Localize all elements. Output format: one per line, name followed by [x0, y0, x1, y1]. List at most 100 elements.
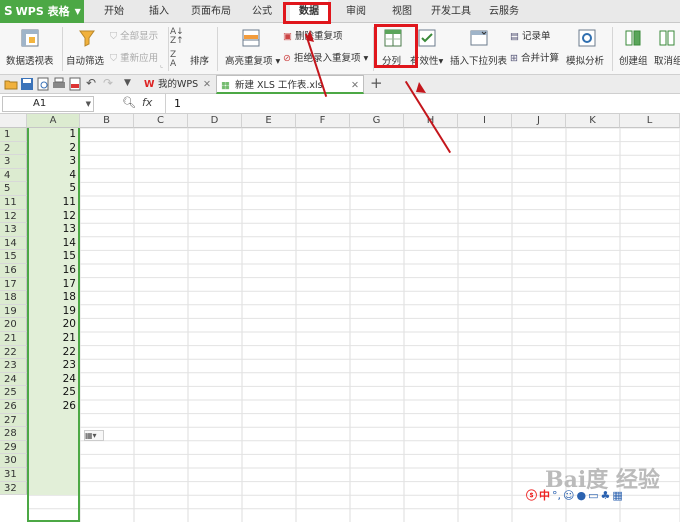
tab-developer[interactable]: 开发工具: [426, 0, 476, 23]
formula-input[interactable]: 1: [174, 97, 181, 110]
row-header[interactable]: 27: [0, 413, 27, 428]
cell-a[interactable]: 16: [27, 264, 79, 278]
tab-cloud[interactable]: 云服务: [482, 0, 526, 23]
cell-a[interactable]: [27, 413, 79, 428]
tab-current-workbook[interactable]: ▦ 新建 XLS 工作表.xls ✕: [216, 75, 364, 94]
tab-page-layout[interactable]: 页面布局: [186, 0, 236, 23]
column-header-i[interactable]: I: [458, 114, 512, 128]
cell-a[interactable]: 11: [27, 196, 79, 210]
row-header[interactable]: 28: [0, 427, 27, 441]
column-header-g[interactable]: G: [350, 114, 404, 128]
print-icon[interactable]: [52, 77, 66, 91]
save-icon[interactable]: [20, 77, 34, 91]
customize-toolbar-icon[interactable]: ▼: [124, 78, 131, 88]
insert-dropdown-list-button[interactable]: 插入下拉列表: [450, 26, 508, 70]
row-header[interactable]: 26: [0, 400, 27, 414]
consolidate-button[interactable]: ⊞ 合并计算: [510, 50, 559, 64]
row-header[interactable]: 31: [0, 468, 27, 482]
column-header-d[interactable]: D: [188, 114, 242, 128]
cell-a[interactable]: [27, 468, 79, 482]
row-header[interactable]: 12: [0, 209, 27, 224]
cell-a[interactable]: 26: [27, 400, 79, 414]
cell-a[interactable]: 1: [27, 128, 79, 142]
cell-a[interactable]: 12: [27, 209, 79, 224]
tab-review[interactable]: 审阅: [338, 0, 374, 23]
row-header[interactable]: 23: [0, 359, 27, 373]
cell-a[interactable]: 25: [27, 386, 79, 400]
cell-a[interactable]: 3: [27, 155, 79, 169]
cell-a[interactable]: 20: [27, 318, 79, 332]
cell-a[interactable]: [27, 427, 79, 441]
row-header[interactable]: 29: [0, 440, 27, 455]
row-header[interactable]: 16: [0, 264, 27, 278]
select-all-corner[interactable]: [0, 114, 27, 128]
close-icon[interactable]: ✕: [351, 76, 359, 95]
highlight-duplicates-button[interactable]: 高亮重复项 ▾: [222, 26, 280, 70]
row-header[interactable]: 30: [0, 454, 27, 468]
tab-view[interactable]: 视图: [384, 0, 420, 23]
row-header[interactable]: 25: [0, 386, 27, 400]
open-folder-icon[interactable]: [4, 77, 18, 91]
sort-button[interactable]: A↓ Z↑ ZA 排序: [170, 26, 214, 70]
row-header[interactable]: 2: [0, 141, 27, 156]
pivot-table-button[interactable]: 数据透视表: [6, 26, 56, 70]
cell-a[interactable]: [27, 454, 79, 468]
row-header[interactable]: 24: [0, 372, 27, 387]
row-header[interactable]: 3: [0, 155, 27, 169]
cell-a[interactable]: 15: [27, 250, 79, 264]
print-preview-icon[interactable]: [36, 77, 50, 91]
cell-a[interactable]: [27, 481, 79, 496]
tab-my-wps[interactable]: W 我的WPS ✕: [140, 75, 214, 94]
record-form-button[interactable]: ▤ 记录单: [510, 28, 551, 42]
auto-filter-button[interactable]: 自动筛选: [66, 26, 108, 70]
row-header[interactable]: 11: [0, 196, 27, 210]
cell-a[interactable]: [27, 440, 79, 455]
chevron-down-icon[interactable]: ▼: [86, 97, 91, 111]
column-header-e[interactable]: E: [242, 114, 296, 128]
row-header[interactable]: 19: [0, 304, 27, 319]
reapply-button[interactable]: ⛉ 重新应用: [110, 50, 158, 64]
row-header[interactable]: 13: [0, 223, 27, 237]
reject-duplicates-button[interactable]: ⊘ 拒绝录入重复项 ▾: [283, 50, 368, 64]
spreadsheet-grid[interactable]: ABCDEFGHIJKL 123451112131415161718192021…: [0, 114, 680, 522]
show-all-button[interactable]: ⛉ 全部显示: [110, 28, 158, 42]
tab-insert[interactable]: 插入: [142, 0, 176, 23]
column-header-b[interactable]: B: [80, 114, 134, 128]
row-header[interactable]: 15: [0, 250, 27, 264]
cell-a[interactable]: 2: [27, 141, 79, 156]
cell-a[interactable]: 17: [27, 277, 79, 292]
cell-a[interactable]: 19: [27, 304, 79, 319]
column-header-c[interactable]: C: [134, 114, 188, 128]
row-header[interactable]: 20: [0, 318, 27, 332]
app-menu-button[interactable]: S WPS 表格 ▼: [0, 0, 84, 23]
function-fx-icon[interactable]: fx: [142, 96, 152, 109]
column-header-f[interactable]: F: [296, 114, 350, 128]
row-header[interactable]: 17: [0, 277, 27, 292]
ungroup-button[interactable]: 取消组: [652, 26, 680, 70]
row-header[interactable]: 1: [0, 128, 27, 142]
tab-home[interactable]: 开始: [96, 0, 132, 23]
cell-a[interactable]: 5: [27, 182, 79, 196]
cell-a[interactable]: 13: [27, 223, 79, 237]
ime-toolbar[interactable]: ⓢ 中 °, ☺ ● ▭ ♣ ▦: [526, 486, 680, 504]
zoom-search-icon[interactable]: 🔍︎: [122, 96, 136, 109]
row-header[interactable]: 21: [0, 332, 27, 346]
cell-a[interactable]: 18: [27, 291, 79, 305]
cell-a[interactable]: 23: [27, 359, 79, 373]
cell-a[interactable]: 4: [27, 168, 79, 183]
what-if-analysis-button[interactable]: 模拟分析: [566, 26, 608, 70]
cell-a[interactable]: 22: [27, 345, 79, 360]
new-tab-plus-icon[interactable]: +: [370, 74, 383, 92]
cell-a[interactable]: 21: [27, 332, 79, 346]
row-header[interactable]: 14: [0, 236, 27, 251]
undo-icon[interactable]: ↶: [86, 76, 96, 90]
redo-icon[interactable]: ↷: [103, 76, 113, 90]
cell-a[interactable]: 24: [27, 372, 79, 387]
row-header[interactable]: 5: [0, 182, 27, 196]
create-group-button[interactable]: 创建组: [616, 26, 648, 70]
remove-duplicates-button[interactable]: ▣ 删除重复项: [283, 28, 343, 42]
close-icon[interactable]: ✕: [203, 75, 211, 94]
row-header[interactable]: 22: [0, 345, 27, 360]
filter-options-icon[interactable]: ⌞: [160, 61, 163, 69]
column-header-j[interactable]: J: [512, 114, 566, 128]
